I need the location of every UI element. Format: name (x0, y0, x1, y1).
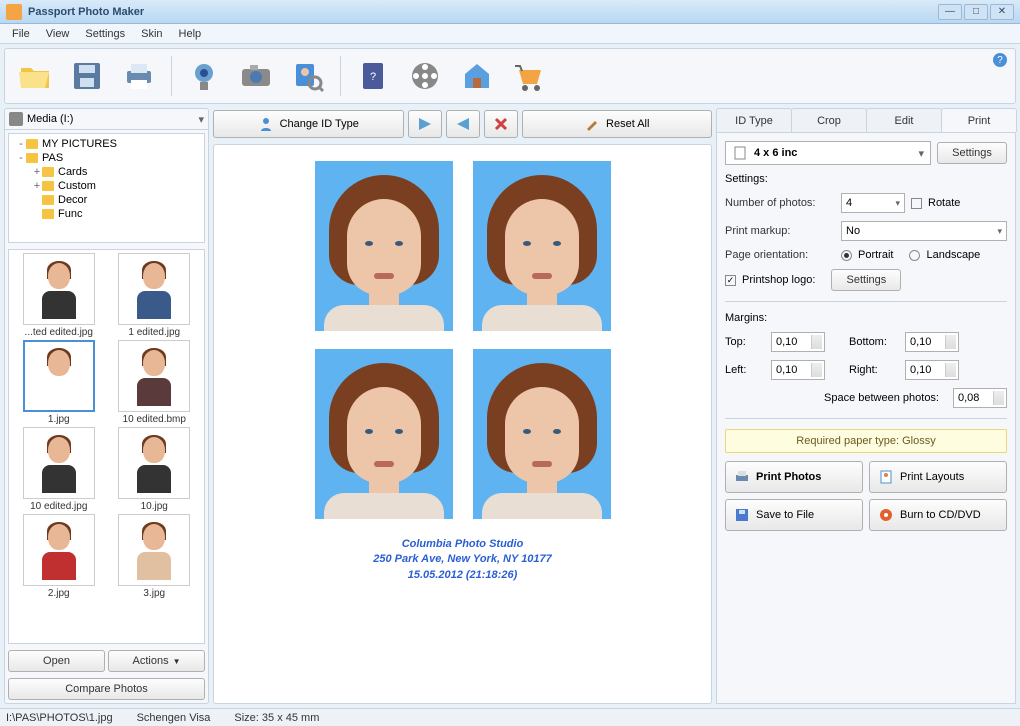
drive-label: Media (I:) (27, 113, 73, 125)
menu-skin[interactable]: Skin (133, 26, 170, 42)
margin-top-input[interactable]: 0,10 (771, 332, 825, 352)
thumbnail[interactable]: ...ted edited.jpg (12, 253, 106, 338)
minimize-button[interactable]: — (938, 4, 962, 20)
tree-node[interactable]: -MY PICTURES (12, 137, 201, 151)
actions-button[interactable]: Actions▼ (108, 650, 205, 672)
svg-text:?: ? (370, 71, 376, 83)
print-photos-button[interactable]: Print Photos (725, 461, 863, 493)
paper-size-select[interactable]: 4 x 6 inc (725, 141, 931, 165)
disc-icon (878, 507, 894, 523)
studio-text: Columbia Photo Studio 250 Park Ave, New … (373, 537, 552, 583)
id-photo (315, 349, 453, 519)
folder-tree[interactable]: -MY PICTURES-PAS+Cards+CustomDecorFunc (8, 133, 205, 243)
id-photo (315, 161, 453, 331)
thumbnail-grid: ...ted edited.jpg1 edited.jpg1.jpg10 edi… (8, 249, 205, 644)
maximize-button[interactable]: □ (964, 4, 988, 20)
printer-icon (734, 469, 750, 485)
photo-canvas: Columbia Photo Studio 250 Park Ave, New … (213, 144, 712, 704)
search-person-icon[interactable] (284, 54, 332, 98)
menubar: File View Settings Skin Help (0, 24, 1020, 44)
save-to-file-button[interactable]: Save to File (725, 499, 863, 531)
camera-icon[interactable] (232, 54, 280, 98)
person-icon (258, 116, 274, 132)
required-paper-notice: Required paper type: Glossy (725, 429, 1007, 453)
close-button[interactable]: ✕ (990, 4, 1014, 20)
brush-icon (584, 116, 600, 132)
thumbnail[interactable]: 3.jpg (108, 514, 202, 599)
tree-node[interactable]: +Custom (12, 179, 201, 193)
rotate-label: Rotate (928, 197, 960, 209)
paper-settings-button[interactable]: Settings (937, 142, 1007, 164)
open-folder-icon[interactable] (11, 54, 59, 98)
menu-view[interactable]: View (38, 26, 78, 42)
rotate-checkbox[interactable] (911, 198, 922, 209)
help-book-icon[interactable]: ? (349, 54, 397, 98)
logo-label: Printshop logo: (742, 274, 815, 286)
webcam-icon[interactable] (180, 54, 228, 98)
menu-settings[interactable]: Settings (77, 26, 133, 42)
print-layouts-button[interactable]: Print Layouts (869, 461, 1007, 493)
tab-print[interactable]: Print (941, 108, 1017, 132)
logo-settings-button[interactable]: Settings (831, 269, 901, 291)
save-icon[interactable] (63, 54, 111, 98)
space-input[interactable]: 0,08 (953, 388, 1007, 408)
tree-node[interactable]: Decor (12, 193, 201, 207)
tree-node[interactable]: +Cards (12, 165, 201, 179)
compare-photos-button[interactable]: Compare Photos (8, 678, 205, 700)
margin-right-input[interactable]: 0,10 (905, 360, 959, 380)
thumbnail[interactable]: 10 edited.jpg (12, 427, 106, 512)
orientation-label: Page orientation: (725, 249, 835, 261)
app-title: Passport Photo Maker (28, 6, 938, 18)
thumbnail[interactable]: 10.jpg (108, 427, 202, 512)
drive-selector[interactable]: Media (I:) ▾ (5, 109, 208, 130)
margin-bottom-input[interactable]: 0,10 (905, 332, 959, 352)
page-icon (732, 145, 748, 161)
thumbnail[interactable]: 10 edited.bmp (108, 340, 202, 425)
change-id-type-button[interactable]: Change ID Type (213, 110, 404, 138)
reel-icon[interactable] (401, 54, 449, 98)
thumbnail[interactable]: 1 edited.jpg (108, 253, 202, 338)
margin-left-input[interactable]: 0,10 (771, 360, 825, 380)
menu-help[interactable]: Help (171, 26, 210, 42)
help-bubble-icon[interactable]: ? (993, 53, 1007, 67)
cart-icon[interactable] (505, 54, 553, 98)
thumbnail[interactable]: 1.jpg (12, 340, 106, 425)
markup-select[interactable]: No (841, 221, 1007, 241)
tab-edit[interactable]: Edit (866, 108, 942, 132)
floppy-icon (734, 507, 750, 523)
id-photo (473, 349, 611, 519)
titlebar: Passport Photo Maker — □ ✕ (0, 0, 1020, 24)
tree-node[interactable]: -PAS (12, 151, 201, 165)
reset-all-button[interactable]: Reset All (522, 110, 713, 138)
tab-crop[interactable]: Crop (791, 108, 867, 132)
id-photo (473, 161, 611, 331)
burn-cd-button[interactable]: Burn to CD/DVD (869, 499, 1007, 531)
menu-file[interactable]: File (4, 26, 38, 42)
rotate-right-icon[interactable] (446, 110, 480, 138)
settings-header: Settings: (725, 173, 1007, 185)
home-icon[interactable] (453, 54, 501, 98)
rotate-left-icon[interactable] (408, 110, 442, 138)
delete-icon[interactable] (484, 110, 518, 138)
portrait-radio[interactable] (841, 250, 852, 261)
tree-node[interactable]: Func (12, 207, 201, 221)
app-icon (6, 4, 22, 20)
margins-header: Margins: (725, 312, 1007, 324)
main-toolbar: ? ? (4, 48, 1016, 104)
layouts-icon (878, 469, 894, 485)
disk-icon (9, 112, 23, 126)
num-photos-label: Number of photos: (725, 197, 835, 209)
num-photos-select[interactable]: 4 (841, 193, 905, 213)
thumbnail[interactable]: 2.jpg (12, 514, 106, 599)
printshop-logo-checkbox[interactable]: ✓ (725, 275, 736, 286)
right-tabs: ID Type Crop Edit Print (716, 108, 1016, 132)
print-icon[interactable] (115, 54, 163, 98)
markup-label: Print markup: (725, 225, 835, 237)
open-button[interactable]: Open (8, 650, 105, 672)
landscape-radio[interactable] (909, 250, 920, 261)
status-bar: I:\PAS\PHOTOS\1.jpg Schengen Visa Size: … (0, 708, 1020, 726)
tab-id-type[interactable]: ID Type (716, 108, 792, 132)
